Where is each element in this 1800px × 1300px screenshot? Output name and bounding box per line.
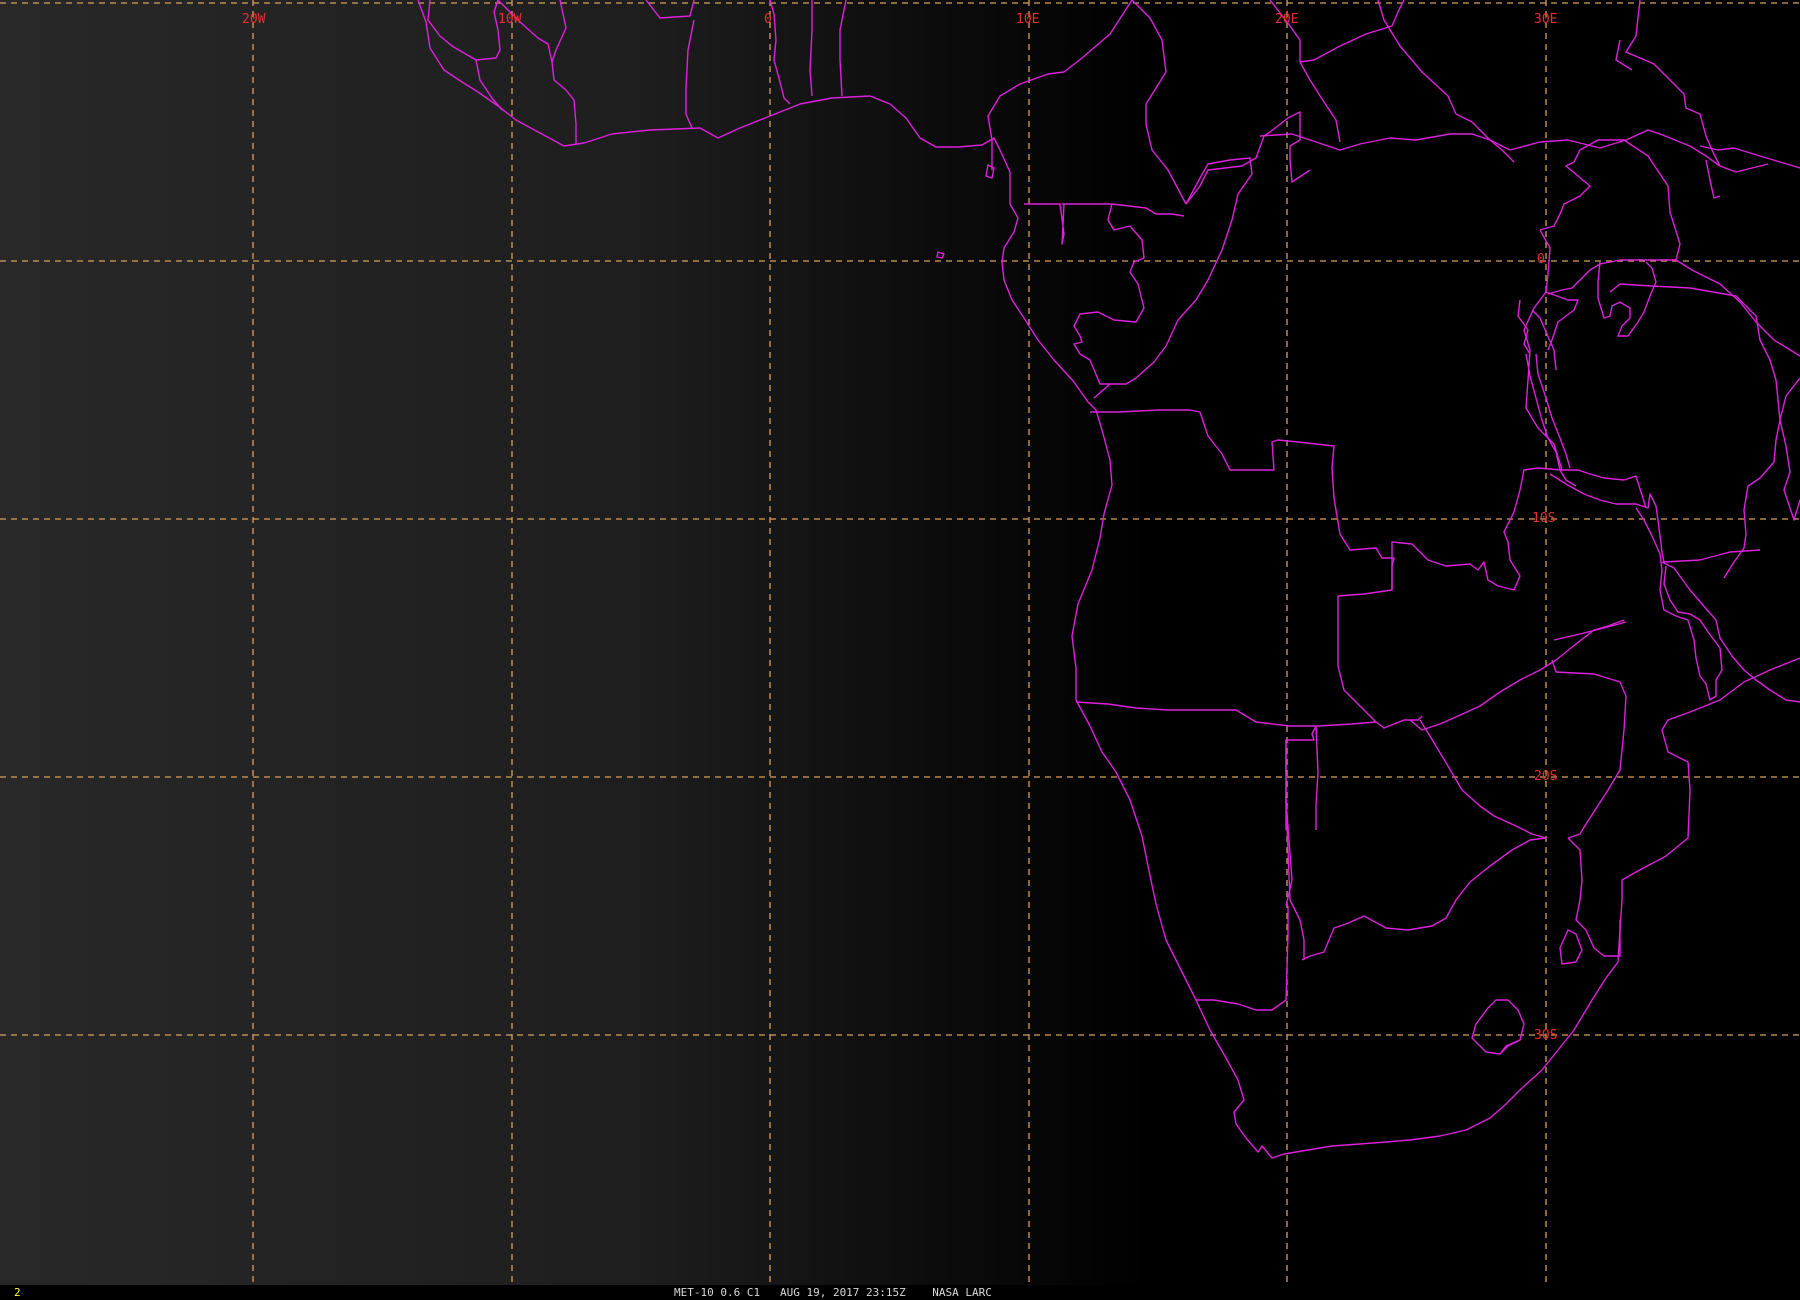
lon-label-0: 0 (764, 12, 772, 27)
satellite-image-viewer: 20W 10W 0 10E 20E 30E 0 10S 20S 30S (0, 0, 1800, 1285)
lon-label-20e: 20E (1275, 12, 1298, 27)
lon-label-10e: 10E (1016, 12, 1039, 27)
frame-number: 2 (14, 1286, 21, 1299)
lat-label-20s: 20S (1534, 769, 1557, 784)
status-bar: 2 MET-10 0.6 C1 AUG 19, 2017 23:15Z NASA… (0, 1285, 1800, 1300)
lon-label-20w: 20W (242, 12, 266, 27)
lon-label-10w: 10W (498, 12, 522, 27)
lat-label-30s: 30S (1534, 1028, 1557, 1043)
lat-label-0: 0 (1537, 252, 1545, 267)
satellite-imagery (0, 0, 1800, 1285)
lon-label-30e: 30E (1534, 12, 1557, 27)
lat-label-10s: 10S (1532, 511, 1555, 526)
image-caption: MET-10 0.6 C1 AUG 19, 2017 23:15Z NASA L… (674, 1286, 992, 1299)
